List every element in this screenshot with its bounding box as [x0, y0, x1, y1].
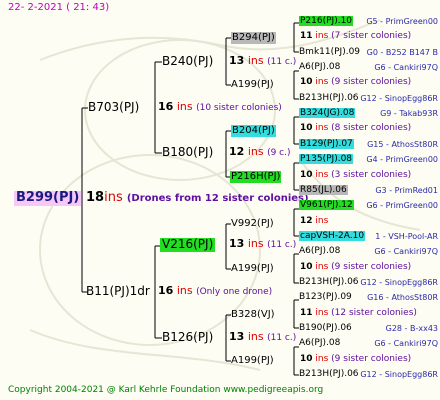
- gen2-node-name: V216(PJ): [160, 237, 216, 252]
- gen4-inbreeding: 10 ins (3 sister colonies): [300, 170, 411, 180]
- gen1-sire-name: B703(PJ): [88, 100, 140, 114]
- gen4-node-name: R85(JL).06: [299, 185, 348, 196]
- gen4-node-info: G3 - PrimRed01: [375, 186, 438, 195]
- gen4-node-info: G5 - PrimGreen00: [366, 17, 438, 26]
- gen4-ins-unit: ins: [312, 308, 332, 318]
- gen4-node-info: G12 - SinopEgg86R: [360, 370, 438, 379]
- gen4-node-info: G15 - AthosSt80R: [367, 140, 438, 149]
- gen2-node-name: B180(PJ): [162, 145, 214, 159]
- gen4-node-info: G4 - PrimGreen00: [366, 155, 438, 164]
- gen1-sire-inbreeding: 16 ins (10 sister colonies): [158, 100, 282, 113]
- gen4-node-name: P216(PJ).10: [299, 16, 354, 27]
- gen2-node-inbreeding: 13 ins (11 c.): [229, 330, 297, 343]
- date-header: 22- 2-2021 ( 21: 43): [8, 2, 110, 13]
- root-inbreeding: 18ins (Drones from 12 sister colonies): [86, 190, 309, 205]
- gen2-node-inbreeding: 12 ins (9 c.): [229, 145, 291, 158]
- gen4-node-info: G6 - PrimGreen00: [366, 201, 438, 210]
- gen3-node-name: B204(PJ): [231, 125, 276, 137]
- gen4-ins-unit: ins: [312, 77, 332, 87]
- gen3-node-name: B328(VJ): [231, 309, 275, 320]
- gen4-inbreeding: 12 ins: [300, 216, 328, 226]
- gen4-node-info: G28 - B-xx43: [385, 324, 438, 333]
- gen4-ins-value: 10: [300, 123, 313, 133]
- gen4-node-info: G6 - Cankiri97Q: [374, 339, 438, 348]
- gen3-node-name: A199(PJ): [231, 263, 274, 274]
- gen4-ins-note: (9 sister colonies): [331, 354, 412, 364]
- gen4-node-name: Bmk11(PJ).09: [299, 47, 361, 57]
- gen2-node-inbreeding: 13 ins (11 c.): [229, 237, 297, 250]
- gen4-ins-note: (3 sister colonies): [331, 170, 412, 180]
- gen4-ins-note: (9 sister colonies): [331, 262, 412, 272]
- gen4-inbreeding: 11 ins (7 sister colonies): [300, 31, 411, 41]
- gen4-ins-note: (8 sister colonies): [331, 123, 412, 133]
- gen4-node-info: G12 - SinopEgg86R: [360, 278, 438, 287]
- gen4-node-name: B123(PJ).09: [299, 292, 352, 302]
- gen4-node-name: B213H(PJ).06: [299, 277, 359, 287]
- gen4-node-info: G6 - Cankiri97Q: [374, 63, 438, 72]
- gen4-node-name: V961(PJ).12: [299, 200, 354, 211]
- gen2-node-name: B240(PJ): [162, 54, 214, 68]
- gen4-node-name: A6(PJ).08: [299, 338, 341, 348]
- gen4-node-info: G6 - Cankiri97Q: [374, 247, 438, 256]
- gen4-node-name: P135(PJ).08: [299, 154, 354, 165]
- gen3-node-name: V992(PJ): [231, 218, 274, 229]
- gen4-ins-value: 10: [300, 262, 313, 272]
- gen4-ins-value: 12: [300, 216, 313, 226]
- gen4-node-info: G12 - SinopEgg86R: [360, 94, 438, 103]
- root-queen: B299(PJ): [14, 190, 82, 206]
- gen4-node-name: A6(PJ).08: [299, 62, 341, 72]
- gen4-node-info: G0 - B252 B147 B: [366, 48, 438, 57]
- gen4-node-name: B324(JG).08: [299, 108, 356, 119]
- gen4-ins-unit: ins: [312, 262, 332, 272]
- gen4-ins-unit: ins: [312, 354, 332, 364]
- gen4-inbreeding: 10 ins (9 sister colonies): [300, 77, 411, 87]
- gen4-inbreeding: 11 ins (12 sister colonies): [300, 308, 417, 318]
- gen4-node-info: G16 - AthosSt80R: [367, 293, 438, 302]
- gen4-ins-value: 11: [300, 31, 313, 41]
- gen2-node-name: B126(PJ): [162, 330, 214, 344]
- gen4-node-name: B129(PJ).07: [299, 139, 354, 150]
- gen3-node-name: P216H(PJ): [230, 171, 282, 183]
- gen3-node-name: A199(PJ): [231, 79, 274, 90]
- gen4-inbreeding: 10 ins (9 sister colonies): [300, 354, 411, 364]
- gen4-inbreeding: 10 ins (9 sister colonies): [300, 262, 411, 272]
- gen4-ins-unit: ins: [312, 216, 329, 226]
- gen4-ins-unit: ins: [312, 123, 332, 133]
- copyright-footer: Copyright 2004-2021 @ Karl Kehrle Founda…: [8, 385, 324, 395]
- gen1-dam-name: B11(PJ)1dr: [86, 284, 150, 298]
- gen4-ins-unit: ins: [312, 31, 332, 41]
- pedigree-chart: 22- 2-2021 ( 21: 43) Copyright 2004-2021…: [0, 0, 440, 400]
- gen4-ins-value: 10: [300, 354, 313, 364]
- gen4-node-info: G9 - Takab93R: [380, 109, 438, 118]
- gen4-ins-unit: ins: [312, 170, 332, 180]
- gen2-node-inbreeding: 13 ins (11 c.): [229, 54, 297, 67]
- gen4-node-name: B213H(PJ).06: [299, 369, 359, 379]
- gen3-node-name: B294(PJ): [231, 32, 276, 44]
- gen4-node-name: capVSH-2A.10: [299, 231, 366, 242]
- gen4-inbreeding: 10 ins (8 sister colonies): [300, 123, 411, 133]
- gen4-node-info: 1 - VSH-Pool-AR: [375, 232, 438, 241]
- gen4-ins-note: (9 sister colonies): [331, 77, 412, 87]
- gen4-ins-value: 10: [300, 170, 313, 180]
- gen3-node-name: A199(PJ): [231, 355, 274, 366]
- gen4-ins-value: 10: [300, 77, 313, 87]
- gen4-node-name: B213H(PJ).06: [299, 93, 359, 103]
- gen4-ins-note: (7 sister colonies): [331, 31, 412, 41]
- gen4-node-name: B190(PJ).06: [299, 323, 352, 333]
- gen4-ins-value: 11: [300, 308, 313, 318]
- gen4-node-name: A6(PJ).08: [299, 246, 341, 256]
- gen1-dam-inbreeding: 16 ins (Only one drone): [158, 284, 273, 297]
- gen4-ins-note: (12 sister colonies): [331, 308, 417, 318]
